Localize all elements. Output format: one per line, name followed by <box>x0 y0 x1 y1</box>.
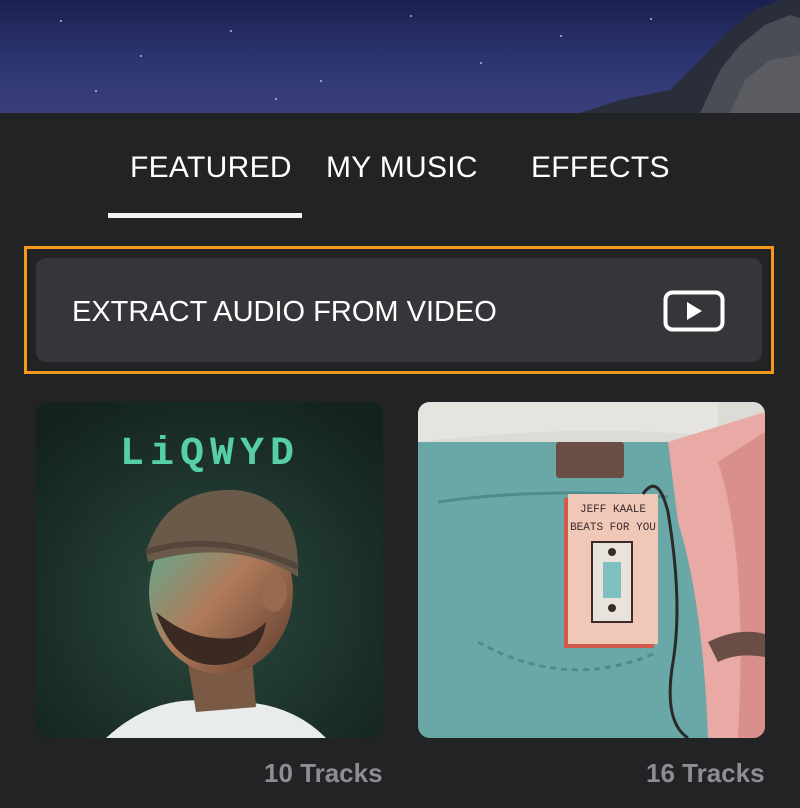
tab-effects[interactable]: EFFECTS <box>531 151 670 185</box>
active-tab-indicator <box>108 213 302 218</box>
album-card-liqwyd[interactable]: LiQWYD <box>36 402 383 738</box>
album-card-jeff-kaale[interactable]: JEFF KAALE BEATS FOR YOU <box>418 402 765 738</box>
album-art-jeff-kaale: JEFF KAALE BEATS FOR YOU <box>418 402 765 738</box>
album-art-text-2: BEATS FOR YOU <box>570 522 656 534</box>
album-track-count: 10 Tracks <box>264 758 383 788</box>
album-art-text-1: JEFF KAALE <box>580 504 646 516</box>
play-video-icon <box>663 290 725 332</box>
album-track-count: 16 Tracks <box>646 758 765 788</box>
tab-bar: FEATURED MY MUSIC EFFECTS <box>0 113 800 223</box>
hero-banner <box>0 0 800 113</box>
mountain-silhouette <box>580 0 800 113</box>
tab-my-music[interactable]: MY MUSIC <box>326 151 478 185</box>
extract-audio-button[interactable]: EXTRACT AUDIO FROM VIDEO <box>36 258 762 362</box>
extract-audio-label: EXTRACT AUDIO FROM VIDEO <box>72 296 497 328</box>
tab-featured[interactable]: FEATURED <box>130 151 292 185</box>
extract-audio-highlight: EXTRACT AUDIO FROM VIDEO <box>24 246 774 374</box>
album-art-text: LiQWYD <box>120 432 300 477</box>
album-art-liqwyd: LiQWYD <box>36 402 383 738</box>
